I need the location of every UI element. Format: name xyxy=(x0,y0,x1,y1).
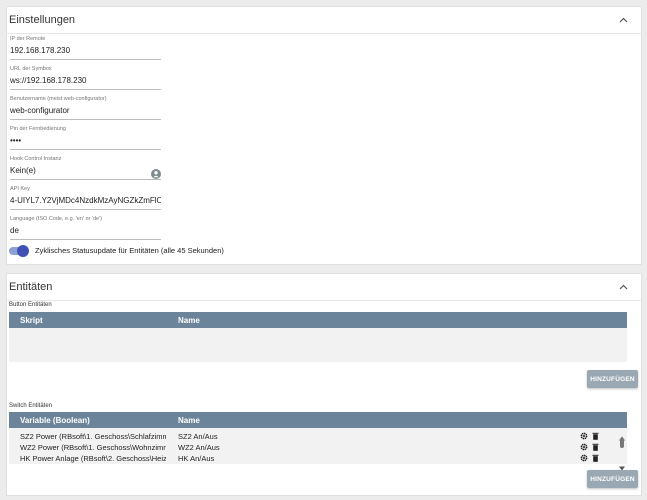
hook-control-field[interactable]: Hook Control Instanz Kein(e) xyxy=(10,156,161,180)
button-entities-label: Button Entitäten xyxy=(9,302,52,308)
scrollbar-thumb[interactable] xyxy=(620,438,624,448)
add-button-entity-button[interactable]: HINZUFÜGEN xyxy=(587,370,638,388)
gear-icon[interactable] xyxy=(580,443,588,453)
field-label: API Key xyxy=(10,186,30,192)
row-variable: HK Power Anlage (RBsoft\2. Geschoss\Heiz… xyxy=(20,454,166,463)
field-underline xyxy=(10,149,161,150)
column-header-name[interactable]: Name xyxy=(166,316,200,325)
button-entities-table: Skript Name xyxy=(9,312,627,362)
row-name: SZ2 An/Aus xyxy=(178,432,218,441)
settings-panel-header[interactable]: Einstellungen xyxy=(7,7,641,34)
user-settings-icon[interactable] xyxy=(151,166,161,184)
field-label: Pin der Fernbedienung xyxy=(10,126,66,132)
field-underline xyxy=(10,59,161,60)
chevron-up-icon[interactable] xyxy=(617,14,629,26)
table-body-empty xyxy=(9,328,627,362)
row-name: HK An/Aus xyxy=(178,454,215,463)
field-underline xyxy=(10,89,161,90)
entities-title: Entitäten xyxy=(9,281,53,293)
api-key-field[interactable]: API Key 4-UIYL7.Y2VjMDc4NzdkMzAyNGZkZmFl… xyxy=(10,186,161,210)
field-label: Hook Control Instanz xyxy=(10,156,62,162)
trash-icon[interactable] xyxy=(592,454,599,464)
column-header-name[interactable]: Name xyxy=(166,416,200,425)
trash-icon[interactable] xyxy=(592,432,599,442)
column-header-script[interactable]: Skript xyxy=(9,316,166,325)
language-input[interactable]: de xyxy=(10,226,161,236)
field-underline xyxy=(10,119,161,120)
ip-remote-field[interactable]: IP der Remote 192.168.178.230 xyxy=(10,36,161,60)
row-variable: WZ2 Power (RBsoft\1. Geschoss\Wohnzimmer… xyxy=(20,443,166,452)
row-variable: SZ2 Power (RBsoft\1. Geschoss\Schlafzimm… xyxy=(20,432,166,441)
pin-field[interactable]: Pin der Fernbedienung •••• xyxy=(10,126,161,150)
row-name: WZ2 An/Aus xyxy=(178,443,220,452)
table-header: Variable (Boolean) Name xyxy=(9,412,627,428)
status-update-toggle[interactable] xyxy=(9,244,29,257)
table-row[interactable]: SZ2 Power (RBsoft\1. Geschoss\Schlafzimm… xyxy=(9,431,627,442)
hook-control-select[interactable]: Kein(e) xyxy=(10,166,161,176)
username-input[interactable]: web-configurator xyxy=(10,106,161,116)
field-underline xyxy=(10,209,161,210)
chevron-up-icon[interactable] xyxy=(617,281,629,293)
field-underline xyxy=(10,239,161,240)
symbox-url-input[interactable]: ws://192.168.178.230 xyxy=(10,76,161,86)
toggle-knob xyxy=(17,244,29,257)
table-row[interactable]: WZ2 Power (RBsoft\1. Geschoss\Wohnzimmer… xyxy=(9,442,627,453)
table-header: Skript Name xyxy=(9,312,627,328)
field-label: Language (ISO Code, e.g. 'en' or 'de') xyxy=(10,216,102,222)
field-underline xyxy=(10,179,161,180)
switch-entities-label: Switch Entitäten xyxy=(9,403,53,409)
scrollbar[interactable] xyxy=(619,428,625,471)
language-field[interactable]: Language (ISO Code, e.g. 'en' or 'de') d… xyxy=(10,216,161,240)
entities-panel-header[interactable]: Entitäten xyxy=(7,274,641,301)
table-row[interactable]: HK Power Anlage (RBsoft\2. Geschoss\Heiz… xyxy=(9,453,627,464)
ip-remote-input[interactable]: 192.168.178.230 xyxy=(10,46,161,56)
column-header-variable[interactable]: Variable (Boolean) xyxy=(9,416,166,425)
api-key-input[interactable]: 4-UIYL7.Y2VjMDc4NzdkMzAyNGZkZmFlOWI xyxy=(10,196,161,206)
username-field[interactable]: Benutzername (meist web-configurator) we… xyxy=(10,96,161,120)
table-body: SZ2 Power (RBsoft\1. Geschoss\Schlafzimm… xyxy=(9,428,627,471)
field-label: Benutzername (meist web-configurator) xyxy=(10,96,107,102)
add-switch-entity-button[interactable]: HINZUFÜGEN xyxy=(587,470,638,488)
status-update-toggle-row[interactable]: Zyklisches Statusupdate für Entitäten (a… xyxy=(9,244,224,257)
field-label: URL der Symbox xyxy=(10,66,52,72)
gear-icon[interactable] xyxy=(580,454,588,464)
gear-icon[interactable] xyxy=(580,432,588,442)
switch-entities-table: Variable (Boolean) Name SZ2 Power (RBsof… xyxy=(9,412,627,471)
trash-icon[interactable] xyxy=(592,443,599,453)
symbox-url-field[interactable]: URL der Symbox ws://192.168.178.230 xyxy=(10,66,161,90)
status-update-toggle-label: Zyklisches Statusupdate für Entitäten (a… xyxy=(35,246,224,255)
pin-input[interactable]: •••• xyxy=(10,136,161,146)
settings-title: Einstellungen xyxy=(9,14,76,26)
field-label: IP der Remote xyxy=(10,36,46,42)
